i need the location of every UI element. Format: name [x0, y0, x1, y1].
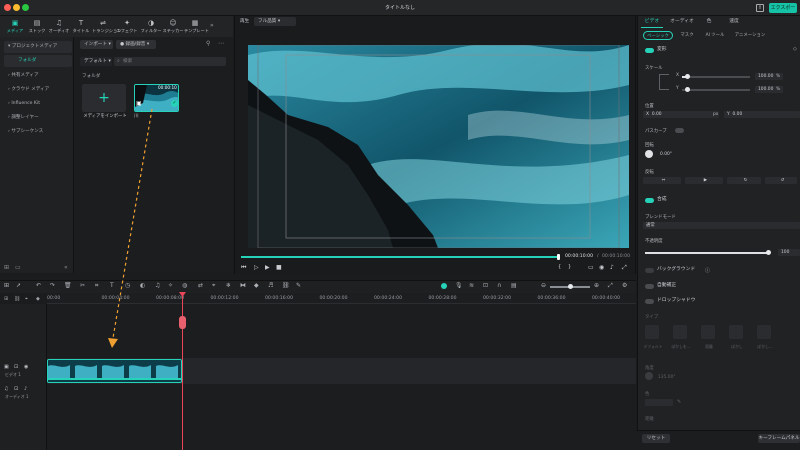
background-section: バックグラウンド: [657, 267, 696, 272]
rotate-label: 回転: [645, 143, 654, 148]
shadow-type-label: タイプ: [645, 315, 659, 320]
flip-label: 反転: [645, 170, 654, 175]
shadow-color-swatch[interactable]: [645, 399, 673, 406]
rotate-cw-icon: ↻: [743, 178, 748, 183]
flip-vertical-icon: ▶: [703, 178, 708, 183]
opacity-label: 不透明度: [645, 239, 663, 244]
position-x-unit: px: [713, 112, 719, 117]
opacity-knob[interactable]: [766, 250, 771, 255]
shadow-distance-label: 距離: [645, 417, 654, 422]
tab-audio[interactable]: オーディオ: [668, 17, 696, 27]
rotate-dial[interactable]: [645, 150, 653, 158]
subtab-basic[interactable]: ベーシック: [643, 31, 673, 40]
auto-enhance-section: 自動補正: [657, 283, 677, 288]
shadow-preset-label: 距離: [705, 344, 713, 349]
opacity-input[interactable]: 100: [778, 249, 800, 256]
auto-enhance-toggle[interactable]: [645, 284, 654, 289]
shadow-angle-input[interactable]: 135.00°: [655, 374, 795, 381]
blend-mode-select[interactable]: 通常: [643, 222, 800, 229]
blend-mode-label: ブレンドモード: [645, 215, 676, 220]
scale-y-slider[interactable]: [682, 89, 750, 91]
path-curve-label: パスカーブ: [645, 129, 667, 134]
composite-section: 合成: [657, 197, 667, 202]
keyframe-panel-button[interactable]: キーフレームパネル: [758, 434, 800, 443]
scale-y-unit: %: [776, 87, 781, 92]
path-curve-toggle[interactable]: [675, 128, 684, 133]
flip-vertical-button[interactable]: ▶: [685, 177, 723, 184]
info-icon[interactable]: ⓘ: [705, 267, 710, 274]
scale-x-unit: %: [776, 74, 781, 79]
flip-horizontal-button[interactable]: ⇔: [643, 177, 681, 184]
shadow-preset-label: ぼかしを…: [671, 344, 691, 349]
subtab-ai-tools[interactable]: AI ツール: [702, 31, 728, 40]
scale-x-slider[interactable]: [682, 76, 750, 78]
subtab-mask[interactable]: マスク: [678, 31, 696, 40]
shadow-preset-thumb[interactable]: [701, 325, 715, 339]
transform-toggle[interactable]: [645, 48, 654, 53]
scale-link-icon[interactable]: [659, 74, 669, 90]
shadow-preset-thumb[interactable]: [729, 325, 743, 339]
reset-button[interactable]: リセット: [642, 434, 670, 443]
tab-speed[interactable]: 速度: [726, 17, 742, 27]
background-toggle[interactable]: [645, 268, 654, 273]
shadow-angle-label: 角度: [645, 366, 654, 371]
position-x-input[interactable]: X 0.00: [643, 111, 719, 118]
opacity-slider[interactable]: [645, 252, 769, 254]
shadow-preset-label: ぼかし: [731, 344, 743, 349]
rotate-input[interactable]: 0.00°: [657, 151, 797, 158]
shadow-preset-thumb[interactable]: [645, 325, 659, 339]
shadow-angle-dial[interactable]: [645, 372, 653, 380]
shadow-preset-thumb[interactable]: [757, 325, 771, 339]
drop-shadow-section: ドロップシャドウ: [657, 298, 696, 303]
shadow-preset-thumb[interactable]: [673, 325, 687, 339]
scale-y-letter: Y: [676, 86, 679, 91]
rotate-ccw-icon: ↺: [780, 178, 785, 183]
scale-y-knob[interactable]: [685, 87, 690, 92]
scale-label: スケール: [645, 66, 663, 71]
scale-x-letter: X: [676, 73, 680, 78]
reset-transform-icon[interactable]: ◇: [793, 46, 797, 52]
flip-horizontal-icon: ⇔: [661, 178, 666, 183]
scale-x-knob[interactable]: [685, 74, 690, 79]
tab-color[interactable]: 色: [703, 17, 715, 27]
position-y-input[interactable]: Y 0.00: [724, 111, 800, 118]
subtab-animation[interactable]: アニメーション: [734, 31, 766, 40]
shadow-preset-label: デフォルト: [643, 344, 663, 349]
position-label: 位置: [645, 104, 654, 109]
shadow-preset-label: ぼかし…: [757, 344, 773, 349]
rotate-cw-button[interactable]: ↻: [727, 177, 761, 184]
transform-section: 変形: [657, 47, 667, 52]
composite-toggle[interactable]: [645, 198, 654, 203]
tab-video[interactable]: ビデオ: [641, 17, 663, 27]
drop-shadow-toggle[interactable]: [645, 299, 654, 304]
shadow-color-label: 色: [645, 392, 650, 397]
eyedropper-icon[interactable]: ✎: [677, 399, 681, 405]
rotate-ccw-button[interactable]: ↺: [765, 177, 797, 184]
active-tab-underline: [641, 27, 663, 28]
